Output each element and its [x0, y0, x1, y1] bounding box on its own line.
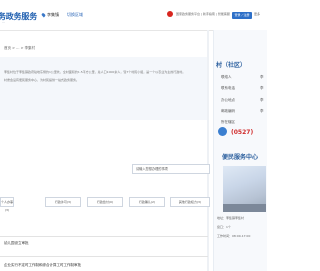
intro-text: 李集村位于李集镇政府驻地东侧约1公里处，全村面积约1.5平方公里，总人口1000…	[4, 68, 204, 84]
sidebar-field-value: 李	[260, 98, 264, 102]
intro-line: 李集村位于李集镇政府驻地东侧约1公里处，全村面积约1.5平方公里，总人口1000…	[4, 70, 186, 74]
category-button[interactable]: 行政确认(2)	[129, 197, 165, 207]
phone-icon	[218, 127, 227, 136]
list-divider	[0, 256, 208, 257]
phone-number: (0527)	[231, 129, 254, 136]
list-divider	[0, 236, 208, 237]
site-logo[interactable]: 务政务服务	[0, 11, 37, 22]
list-item[interactable]: 企业实行不定时工作制和综合计算工时工作制审批	[4, 263, 81, 268]
more-link[interactable]: 更多	[254, 12, 260, 16]
switch-region-link[interactable]: 切换区域	[67, 12, 83, 18]
breadcrumb[interactable]: 首页 > ... > 李集村	[4, 46, 35, 51]
sidebar-field-label: 所在辖区	[221, 120, 235, 124]
scrollbar[interactable]	[207, 30, 209, 271]
list-item[interactable]: 幼儿园设立审批	[4, 241, 29, 246]
service-center-title: 便民服务中心	[222, 154, 259, 161]
service-info-line: 地址：李集镇李集村	[217, 216, 245, 220]
intro-panel	[0, 57, 208, 120]
photo-caption-strip	[223, 204, 266, 212]
sidebar-title: 村（社区）	[216, 62, 247, 69]
intro-line: 村委会设有便民服务中心，为村民提供一站式政务服务。	[4, 78, 80, 82]
national-emblem-icon	[167, 11, 173, 17]
sidebar-field-label: 联系电话	[221, 86, 235, 90]
sidebar-field-value: 李	[260, 86, 264, 90]
category-button[interactable]: 个人办事(3)	[0, 197, 14, 212]
sidebar-field-label: 邮政编码	[221, 109, 235, 113]
current-location: 李集镇	[47, 12, 59, 17]
category-button[interactable]: 行政给付(0)	[87, 197, 123, 207]
sidebar-field-value: 李	[260, 75, 264, 79]
service-info-line: 窗口：1个	[217, 225, 231, 229]
category-button[interactable]: 其他行政权力(3)	[170, 197, 210, 207]
login-button[interactable]: 登录 / 注册	[232, 12, 252, 19]
sidebar-field-value: 李	[260, 109, 264, 113]
sidebar-field-label: 联络人	[221, 75, 232, 79]
search-input[interactable]: 请输入您想办理的事项	[132, 164, 210, 174]
category-button[interactable]: 行政许可(3)	[45, 197, 81, 207]
platform-links[interactable]: 国家政务服务平台 | 新手指南 | 智能客服	[176, 12, 230, 16]
service-info-line: 工作时间：08:00-17:00	[217, 234, 251, 238]
site-logo-subtitle: ...	[2, 20, 5, 24]
sidebar-field-label: 办公地点	[221, 98, 235, 102]
